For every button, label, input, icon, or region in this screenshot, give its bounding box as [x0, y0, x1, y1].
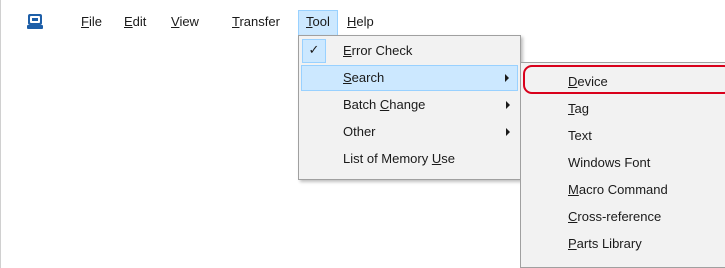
menu-help[interactable]: Help: [340, 10, 381, 36]
menu-item-label: Parts Library: [568, 236, 642, 251]
submenu-arrow-icon: [506, 101, 510, 109]
app-monitor-icon[interactable]: [26, 13, 44, 31]
checkmark-icon: ✓: [302, 39, 326, 63]
menu-item-search[interactable]: Search: [301, 65, 518, 91]
submenu-item-parts-library[interactable]: Parts Library: [521, 231, 725, 257]
submenu-item-tag[interactable]: Tag: [521, 96, 725, 122]
menu-item-error-check[interactable]: ✓ Error Check: [301, 38, 518, 64]
menu-item-list-of-memory-use[interactable]: List of Memory Use: [301, 146, 518, 172]
menu-transfer[interactable]: Transfer: [225, 10, 287, 36]
menu-tool[interactable]: Tool: [298, 10, 338, 36]
menu-bar: File Edit View Transfer Tool Help: [0, 10, 725, 36]
submenu-item-macro-command[interactable]: Macro Command: [521, 177, 725, 203]
menu-item-label: Windows Font: [568, 155, 651, 170]
menu-item-batch-change[interactable]: Batch Change: [301, 92, 518, 118]
menu-item-label: Error Check: [343, 43, 413, 58]
menu-edit[interactable]: Edit: [117, 10, 153, 36]
menu-view[interactable]: View: [164, 10, 206, 36]
menu-item-label: Cross-reference: [568, 209, 662, 224]
menu-item-label: Other: [343, 124, 376, 139]
submenu-item-text[interactable]: Text: [521, 123, 725, 149]
menu-item-label: Tag: [568, 101, 589, 116]
submenu-arrow-icon: [505, 74, 509, 82]
submenu-item-windows-font[interactable]: Windows Font: [521, 150, 725, 176]
menu-file[interactable]: File: [74, 10, 109, 36]
menu-item-label: List of Memory Use: [343, 151, 455, 166]
menu-item-label: Text: [568, 128, 592, 143]
menu-item-label: Batch Change: [343, 97, 426, 112]
tool-menu-dropdown: ✓ Error Check Search Batch Change Other …: [298, 35, 521, 180]
menu-item-label: Search: [343, 70, 385, 85]
menu-item-other[interactable]: Other: [301, 119, 518, 145]
menu-item-label: Macro Command: [568, 182, 668, 197]
submenu-arrow-icon: [506, 128, 510, 136]
highlight-callout: [523, 65, 725, 94]
submenu-item-cross-reference[interactable]: Cross-reference: [521, 204, 725, 230]
